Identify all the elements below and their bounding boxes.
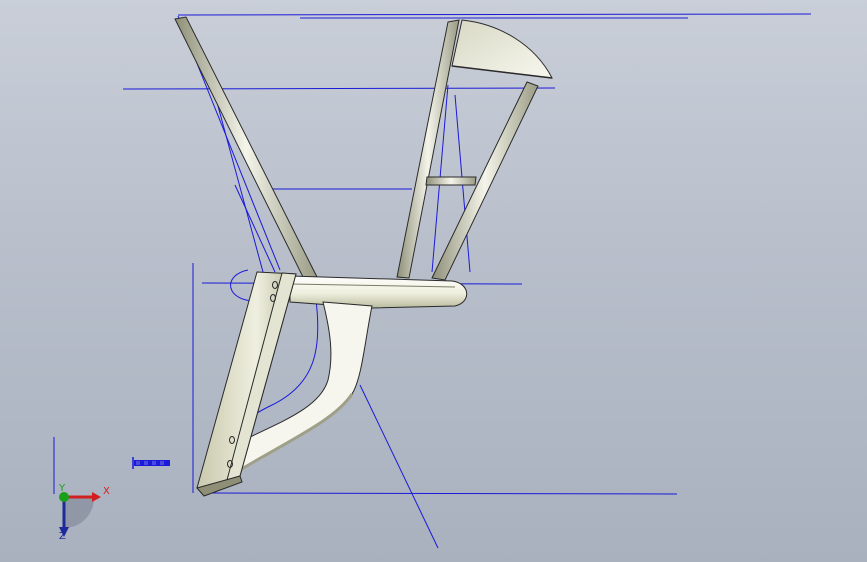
graphics-viewport[interactable]: X Y Z (0, 0, 867, 562)
triad-y-label: Y (59, 483, 66, 494)
fan-plate[interactable] (451, 19, 553, 79)
scale-bar-icon (132, 457, 170, 469)
triad-plane (64, 497, 95, 528)
triad-x-label: X (103, 486, 110, 497)
horizontal-beam[interactable] (289, 275, 468, 309)
model-scene[interactable] (0, 0, 867, 562)
left-diagonal-rod[interactable] (174, 16, 318, 282)
triad-z-label: Z (59, 531, 66, 542)
triad-x-arrow (92, 492, 101, 502)
